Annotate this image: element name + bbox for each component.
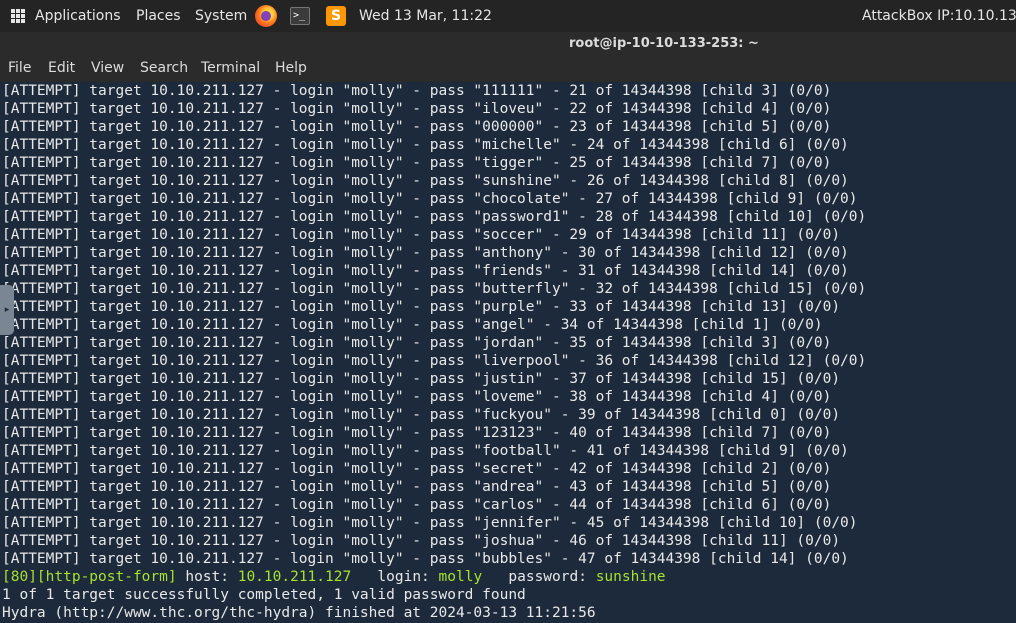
attempt-line: [ATTEMPT] target 10.10.211.127 - login "… [2,533,841,549]
attempt-line: [ATTEMPT] target 10.10.211.127 - login "… [2,209,867,225]
attempt-line: [ATTEMPT] target 10.10.211.127 - login "… [2,137,849,153]
applications-menu[interactable]: Applications [35,0,121,32]
attempt-line: [ATTEMPT] target 10.10.211.127 - login "… [2,299,841,315]
clock[interactable]: Wed 13 Mar, 11:22 [359,0,492,32]
attempt-line: [ATTEMPT] target 10.10.211.127 - login "… [2,335,832,351]
attempt-line: [ATTEMPT] target 10.10.211.127 - login "… [2,425,832,441]
terminal-menubar: File Edit View Search Terminal Help [0,56,1016,82]
attempt-line: [ATTEMPT] target 10.10.211.127 - login "… [2,155,832,171]
summary-line: 1 of 1 target successfully completed, 1 … [2,587,526,603]
menu-file[interactable]: File [8,60,31,76]
attempt-line: [ATTEMPT] target 10.10.211.127 - login "… [2,191,858,207]
attempt-line: [ATTEMPT] target 10.10.211.127 - login "… [2,497,832,513]
attempt-line: [ATTEMPT] target 10.10.211.127 - login "… [2,263,849,279]
attempt-line: [ATTEMPT] target 10.10.211.127 - login "… [2,371,841,387]
attempt-line: [ATTEMPT] target 10.10.211.127 - login "… [2,317,823,333]
window-title: root@ip-10-10-133-253: ~ [569,36,759,51]
attempt-line: [ATTEMPT] target 10.10.211.127 - login "… [2,443,849,459]
hydra-result-line: [80][http-post-form] host: 10.10.211.127… [2,569,666,585]
attempt-line: [ATTEMPT] target 10.10.211.127 - login "… [2,407,841,423]
attempt-line: [ATTEMPT] target 10.10.211.127 - login "… [2,353,867,369]
attempt-line: [ATTEMPT] target 10.10.211.127 - login "… [2,389,832,405]
attempt-line: [ATTEMPT] target 10.10.211.127 - login "… [2,101,832,117]
menu-view[interactable]: View [91,60,124,76]
side-panel-handle[interactable]: ▸ [0,285,14,335]
attempt-line: [ATTEMPT] target 10.10.211.127 - login "… [2,461,832,477]
window-titlebar[interactable]: root@ip-10-10-133-253: ~ [0,32,1016,56]
attempt-line: [ATTEMPT] target 10.10.211.127 - login "… [2,515,858,531]
attempt-line: [ATTEMPT] target 10.10.211.127 - login "… [2,173,849,189]
attempt-line: [ATTEMPT] target 10.10.211.127 - login "… [2,83,832,99]
finished-line: Hydra (http://www.thc.org/thc-hydra) fin… [2,605,596,621]
menu-search[interactable]: Search [140,60,188,76]
terminal-icon[interactable]: >_ [290,7,310,25]
attempt-line: [ATTEMPT] target 10.10.211.127 - login "… [2,245,849,261]
menu-help[interactable]: Help [275,60,307,76]
system-menu[interactable]: System [195,0,247,32]
terminal-output[interactable]: [ATTEMPT] target 10.10.211.127 - login "… [0,82,1016,623]
attempt-line: [ATTEMPT] target 10.10.211.127 - login "… [2,119,832,135]
places-menu[interactable]: Places [136,0,181,32]
sublime-text-icon[interactable]: S [326,6,346,26]
attempt-line: [ATTEMPT] target 10.10.211.127 - login "… [2,551,849,567]
attempt-line: [ATTEMPT] target 10.10.211.127 - login "… [2,479,832,495]
apps-grid-icon[interactable] [11,9,25,23]
menu-terminal[interactable]: Terminal [201,60,260,76]
attackbox-ip: AttackBox IP:10.10.133 [862,8,1016,24]
top-panel: Applications Places System >_ S Wed 13 M… [0,0,1016,32]
attempt-line: [ATTEMPT] target 10.10.211.127 - login "… [2,281,867,297]
menu-edit[interactable]: Edit [48,60,75,76]
attempt-line: [ATTEMPT] target 10.10.211.127 - login "… [2,227,841,243]
firefox-icon[interactable] [255,5,277,27]
